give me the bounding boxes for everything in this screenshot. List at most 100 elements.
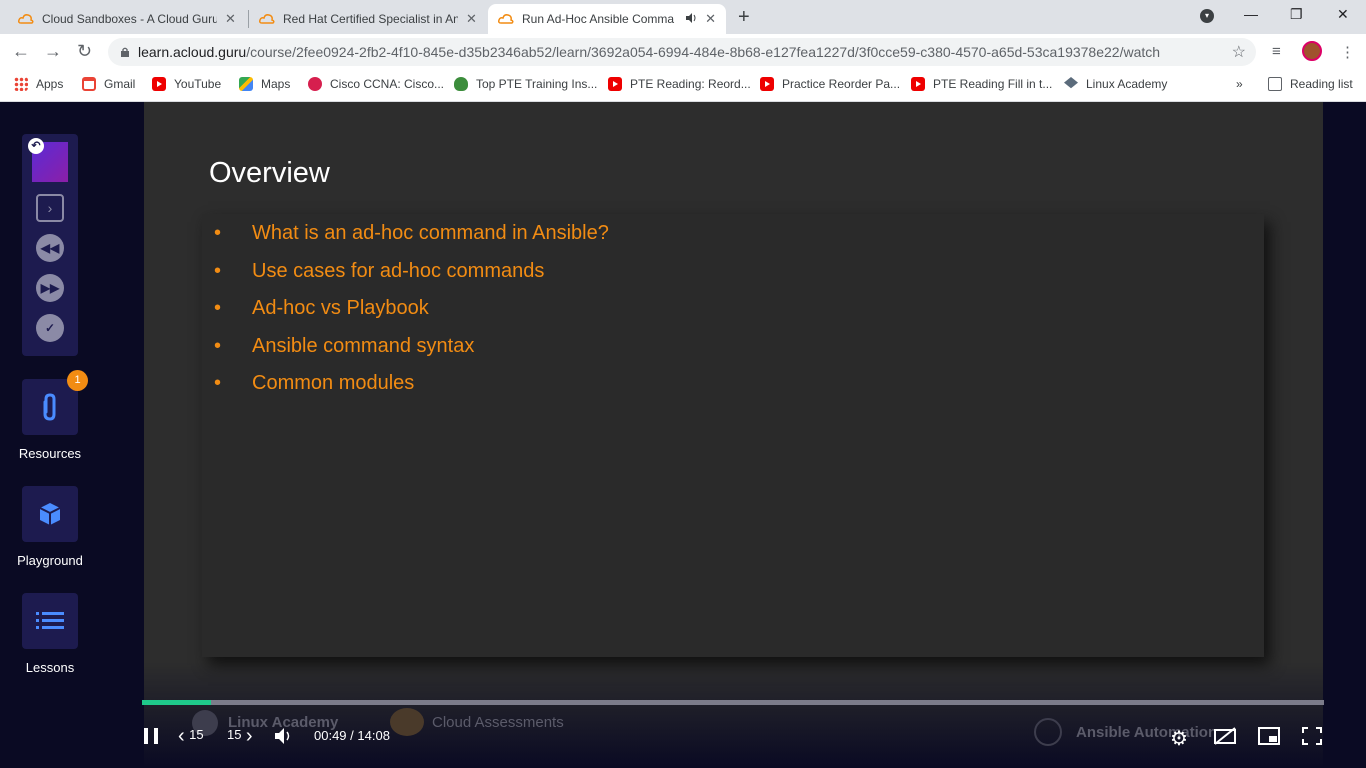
reading-list-label: Reading list (1290, 77, 1353, 91)
lessons-button[interactable] (22, 593, 78, 649)
rewind-icon[interactable]: ◀◀ (36, 234, 64, 262)
slide-bullet: Ansible command syntax (212, 333, 609, 371)
reading-list-icon (1268, 77, 1282, 91)
slide-bullet: What is an ad-hoc command in Ansible? (212, 220, 609, 258)
media-control-icon[interactable]: ≡ (1272, 43, 1281, 60)
course-thumbnail[interactable]: ↶ (28, 138, 68, 182)
playground-button[interactable] (22, 486, 78, 542)
back-arrow-icon[interactable]: ← (12, 41, 30, 62)
bookmark-label: Linux Academy (1086, 77, 1168, 91)
checkmark-icon[interactable]: ✓ (36, 314, 64, 342)
bookmark-label: PTE Reading Fill in t... (933, 77, 1053, 91)
menu-kebab-icon[interactable]: ⋮ (1340, 43, 1355, 61)
close-tab-icon[interactable]: ✕ (705, 11, 716, 27)
youtube-icon (608, 77, 622, 91)
tab-run-ad-hoc[interactable]: Run Ad-Hoc Ansible Comma ✕ (488, 4, 726, 34)
tab-red-hat-specialist[interactable]: Red Hat Certified Specialist in An ✕ (249, 4, 487, 34)
tab-search-icon[interactable]: ▾ (1200, 9, 1214, 23)
bookmark-apps[interactable]: Apps (14, 77, 63, 91)
maximize-button[interactable]: ❐ (1290, 6, 1303, 23)
settings-button[interactable]: ⚙ (1170, 726, 1188, 751)
youtube-icon (152, 77, 166, 91)
bookmark-label: Gmail (104, 77, 136, 91)
reading-list-button[interactable]: Reading list (1268, 77, 1353, 91)
fast-forward-icon[interactable]: ▶▶ (36, 274, 64, 302)
url-host: learn.acloud.guru (138, 44, 247, 60)
address-bar[interactable]: learn.acloud.guru/course/2fee0924-2fb2-4… (108, 38, 1256, 66)
skip-back-button[interactable]: ‹ 15 (178, 725, 204, 748)
bookmark-label: Practice Reorder Pa... (782, 77, 901, 91)
pte-icon (454, 77, 468, 91)
slide-bullet: Use cases for ad-hoc commands (212, 258, 609, 296)
course-player-page: ↶ › ◀◀ ▶▶ ✓ 1 Resources Playground Lesso… (0, 102, 1366, 768)
bookmark-label: Apps (36, 77, 64, 91)
close-tab-icon[interactable]: ✕ (225, 11, 236, 27)
close-tab-icon[interactable]: ✕ (466, 11, 477, 27)
bookmark-youtube[interactable]: YouTube (152, 77, 221, 91)
playground-label[interactable]: Playground (0, 553, 100, 568)
bookmark-cisco[interactable]: Cisco CCNA: Cisco... (308, 77, 444, 91)
slide-bullet: Ad-hoc vs Playbook (212, 295, 609, 333)
picture-in-picture-button[interactable] (1258, 727, 1280, 750)
browser-toolbar: ← → ↻ learn.acloud.guru/course/2fee0924-… (0, 34, 1366, 70)
gmail-icon (82, 77, 96, 91)
slide-bullet: Common modules (212, 370, 609, 408)
bookmarks-overflow-button[interactable]: » (1236, 77, 1243, 91)
skip-back-seconds: 15 (189, 727, 204, 742)
bookmark-label: PTE Reading: Reord... (630, 77, 751, 91)
bookmark-linux-academy[interactable]: Linux Academy (1064, 77, 1167, 91)
skip-forward-seconds: 15 (227, 727, 242, 742)
fullscreen-button[interactable] (1302, 727, 1322, 750)
bookmark-label: Cisco CCNA: Cisco... (330, 77, 445, 91)
acloudguru-cloud-icon (259, 11, 275, 27)
youtube-icon (760, 77, 774, 91)
skip-forward-button[interactable]: 15 › (227, 725, 253, 748)
speaker-playing-icon[interactable] (685, 12, 697, 27)
volume-button[interactable] (274, 727, 292, 750)
tab-strip: Cloud Sandboxes - A Cloud Guru ✕ Red Hat… (0, 0, 1366, 34)
bookmark-label: YouTube (174, 77, 222, 91)
bookmark-maps[interactable]: Maps (239, 77, 290, 91)
minimize-button[interactable]: — (1244, 6, 1258, 22)
resources-label[interactable]: Resources (0, 446, 100, 461)
captions-off-button[interactable] (1214, 727, 1236, 750)
url-text[interactable]: learn.acloud.guru/course/2fee0924-2fb2-4… (138, 44, 1160, 60)
tab-title: Red Hat Certified Specialist in An (283, 12, 458, 26)
chevron-left-icon: ‹ (178, 725, 185, 747)
slide-content-panel: What is an ad-hoc command in Ansible? Us… (202, 214, 1264, 657)
pause-button[interactable] (144, 727, 160, 750)
video-progress-fill (142, 700, 211, 705)
bookmark-star-icon[interactable]: ☆ (1232, 42, 1246, 62)
video-player[interactable]: Overview What is an ad-hoc command in An… (144, 102, 1323, 768)
video-progress-bar[interactable] (142, 700, 1324, 705)
total-duration: 14:08 (357, 728, 390, 743)
bookmark-label: Top PTE Training Ins... (476, 77, 598, 91)
tab-cloud-sandboxes[interactable]: Cloud Sandboxes - A Cloud Guru ✕ (8, 4, 246, 34)
slide-bullet-list: What is an ad-hoc command in Ansible? Us… (212, 220, 609, 408)
url-path: /course/2fee0924-2fb2-4f10-845e-d35b2346… (246, 44, 1161, 60)
lessons-label[interactable]: Lessons (0, 660, 100, 675)
slide-title: Overview (209, 157, 330, 189)
profile-avatar[interactable] (1302, 41, 1322, 61)
resources-count-badge: 1 (67, 370, 88, 391)
lesson-controls-card: ↶ › ◀◀ ▶▶ ✓ (22, 134, 78, 356)
current-time: 00:49 (314, 728, 347, 743)
close-window-button[interactable]: ✕ (1337, 6, 1349, 23)
cube-boxes-icon (39, 503, 61, 525)
new-tab-button[interactable]: + (738, 6, 750, 29)
bookmark-pte-reading-reorder[interactable]: PTE Reading: Reord... (608, 77, 751, 91)
bookmark-gmail[interactable]: Gmail (82, 77, 135, 91)
bookmark-pte-fill[interactable]: PTE Reading Fill in t... (911, 77, 1052, 91)
bookmark-top-pte[interactable]: Top PTE Training Ins... (454, 77, 597, 91)
back-arrow-icon[interactable]: ↶ (28, 138, 44, 154)
lock-icon (121, 47, 129, 57)
speaker-icon (275, 728, 290, 744)
paperclip-icon (43, 393, 56, 421)
expand-sidebar-icon[interactable]: › (36, 194, 64, 222)
time-display: 00:49 / 14:08 (314, 728, 390, 743)
bookmark-practice-reorder[interactable]: Practice Reorder Pa... (760, 77, 900, 91)
reload-icon[interactable]: ↻ (77, 41, 92, 62)
bookmarks-bar: Apps Gmail YouTube Maps Cisco CCNA: Cisc… (0, 70, 1366, 102)
watermark-cloud-assessments: Cloud Assessments (432, 714, 564, 731)
forward-arrow-icon[interactable]: → (44, 41, 62, 62)
